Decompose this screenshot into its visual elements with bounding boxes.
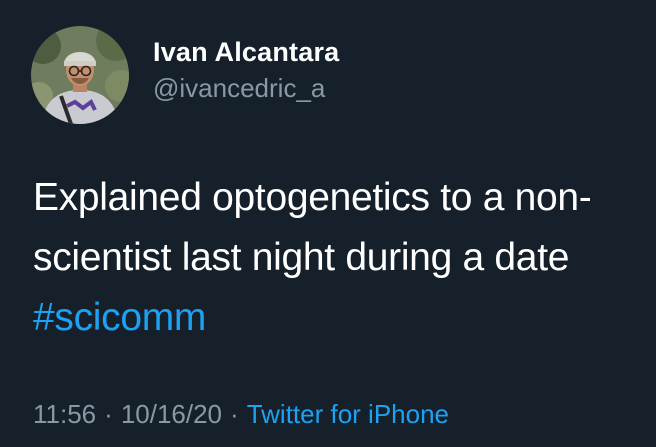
avatar-photo-icon <box>31 26 129 124</box>
author-display-name[interactable]: Ivan Alcantara <box>153 35 339 69</box>
tweet-text: Explained optogenetics to a non- scienti… <box>33 168 643 348</box>
tweet-text-line: Explained optogenetics to a non- <box>33 176 592 219</box>
separator-dot: · <box>104 399 113 429</box>
tweet-date[interactable]: 10/16/20 <box>121 399 222 429</box>
hashtag-link[interactable]: #scicomm <box>33 288 643 348</box>
author-handle[interactable]: @ivancedric_a <box>153 71 339 105</box>
separator-dot: · <box>230 399 239 429</box>
tweet-time[interactable]: 11:56 <box>33 399 96 429</box>
tweet-source-link[interactable]: Twitter for iPhone <box>247 399 449 429</box>
avatar[interactable] <box>31 26 129 124</box>
tweet-metadata: 11:56 · 10/16/20 · Twitter for iPhone <box>33 397 449 431</box>
author-names: Ivan Alcantara @ivancedric_a <box>153 35 339 105</box>
tweet-header: Ivan Alcantara @ivancedric_a <box>31 26 339 124</box>
tweet-text-line: scientist last night during a date <box>33 236 570 279</box>
tweet-card: Ivan Alcantara @ivancedric_a Explained o… <box>0 0 656 447</box>
